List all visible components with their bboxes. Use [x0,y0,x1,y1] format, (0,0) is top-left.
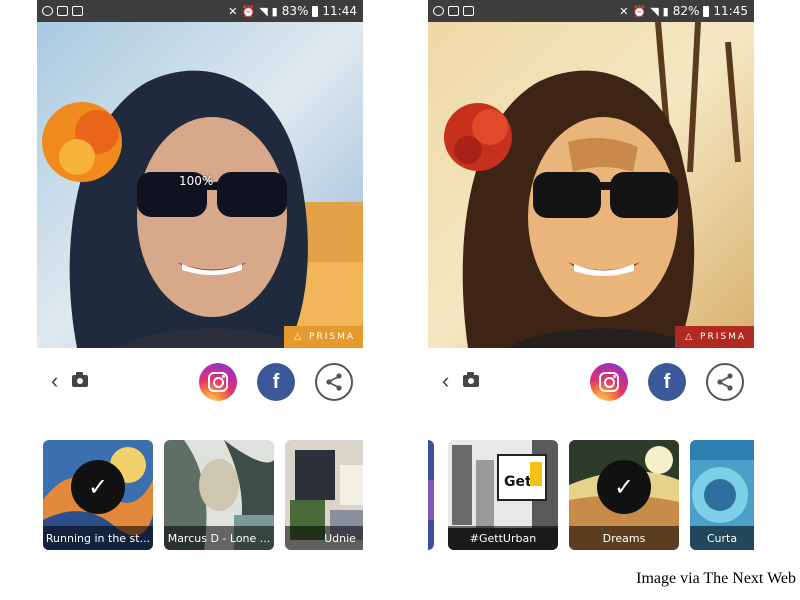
instagram-share-button[interactable] [199,363,237,401]
battery-icon [703,5,710,17]
filter-thumbnail [428,440,434,550]
filter-label: Marcus D - Lone ... [164,526,274,550]
messenger-icon [42,6,53,16]
gallery-icon [448,6,459,16]
alarm-icon: ⏰ [632,4,647,18]
action-bar: ‹ f [428,348,754,414]
prisma-label: PRISMA [309,332,355,342]
mail-icon [57,6,68,16]
facebook-icon: f [272,370,280,393]
action-bar: ‹ f [37,348,363,414]
mute-icon: ✕ [228,4,238,18]
mute-icon: ✕ [619,4,629,18]
filter-strip[interactable]: ✓ Running in the st... Marcus D - Lone .… [37,440,363,550]
photo-artwork [428,22,754,348]
camera-icon[interactable] [72,372,88,387]
filter-card[interactable]: ✓ Running in the st... [43,440,153,550]
stylized-photo: △ PRISMA [428,22,754,348]
clock: 11:45 [713,4,748,18]
back-icon[interactable]: ‹ [442,370,449,392]
prisma-triangle-icon: △ [685,332,695,342]
back-icon[interactable]: ‹ [51,370,58,392]
filter-label: Curta [690,526,754,550]
filter-label: Udnie [285,526,363,550]
selected-check-icon: ✓ [597,460,651,514]
wifi-icon: ◥ [259,4,268,18]
facebook-share-button[interactable]: f [648,363,686,401]
processing-percent: 100% [179,174,214,188]
camera-icon[interactable] [463,372,479,387]
share-icon [717,373,733,391]
messenger-icon [433,6,444,16]
prisma-label: PRISMA [700,332,746,342]
filter-card[interactable]: Udnie [285,440,363,550]
prisma-watermark: △ PRISMA [284,326,363,348]
prisma-watermark: △ PRISMA [675,326,754,348]
image-credit: Image via The Next Web [636,570,796,587]
stylized-photo: 100% △ PRISMA [37,22,363,348]
instagram-icon [208,372,228,392]
clock: 11:44 [322,4,357,18]
filter-label: Running in the st... [43,526,153,550]
filter-card[interactable]: Marcus D - Lone ... [164,440,274,550]
signal-icon: ▮ [662,4,669,18]
signal-icon: ▮ [271,4,278,18]
left-screenshot: ✕ ⏰ ◥ ▮ 83% 11:44 100% △ PRISMA ‹ f ✓ Ru… [37,0,363,552]
facebook-icon: f [663,370,671,393]
filter-card[interactable]: Curta [690,440,754,550]
prisma-triangle-icon: △ [294,332,304,342]
status-bar: ✕ ⏰ ◥ ▮ 82% 11:45 [428,0,754,22]
facebook-share-button[interactable]: f [257,363,295,401]
battery-percent: 82% [672,4,700,18]
instagram-icon [599,372,619,392]
filter-label: #GettUrban [448,526,558,550]
share-button[interactable] [706,363,744,401]
filter-label: Dreams [569,526,679,550]
mail-icon [463,6,474,16]
right-screenshot: ✕ ⏰ ◥ ▮ 82% 11:45 △ PRISMA ‹ f Gett #Get… [428,0,754,552]
wifi-icon: ◥ [650,4,659,18]
battery-icon [312,5,319,17]
instagram-share-button[interactable] [590,363,628,401]
filter-card[interactable]: ✓ Dreams [569,440,679,550]
gallery-icon [72,6,83,16]
battery-percent: 83% [281,4,309,18]
alarm-icon: ⏰ [241,4,256,18]
status-bar: ✕ ⏰ ◥ ▮ 83% 11:44 [37,0,363,22]
selected-check-icon: ✓ [71,460,125,514]
filter-card[interactable]: Gett #GettUrban [448,440,558,550]
filter-card-partial[interactable] [428,440,434,550]
share-icon [326,373,342,391]
filter-strip[interactable]: Gett #GettUrban ✓ Dreams Curta [428,440,754,550]
share-button[interactable] [315,363,353,401]
